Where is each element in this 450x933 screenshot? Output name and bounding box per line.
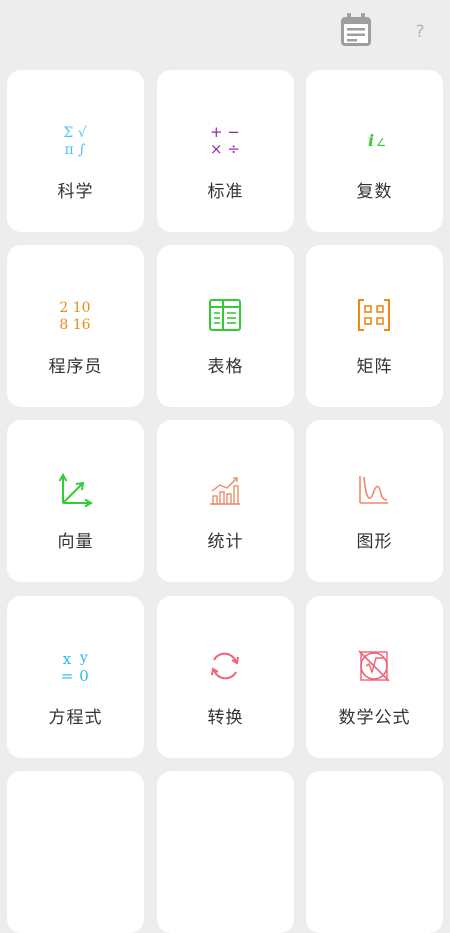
equation-icon: x y = 0 xyxy=(55,646,95,686)
card-conversion[interactable]: 转换 xyxy=(157,596,294,758)
card-scientific[interactable]: Σ √ π ∫ 科学 xyxy=(7,70,144,232)
card-label: 标准 xyxy=(207,182,244,202)
card-label: 表格 xyxy=(207,357,244,377)
card-spreadsheet[interactable]: 表格 xyxy=(157,245,294,407)
card-complex[interactable]: i ∠ 复数 xyxy=(306,70,443,232)
card-vector[interactable]: 向量 xyxy=(7,420,144,582)
programmer-icon-row2: 8 16 xyxy=(59,317,90,333)
function-curve-icon xyxy=(354,470,394,510)
math-formula-icon xyxy=(354,646,394,686)
bar-chart-trend-icon xyxy=(205,470,245,510)
card-label: 科学 xyxy=(57,182,94,202)
number-bases-icon: 2 10 8 16 xyxy=(55,295,95,335)
matrix-brackets-icon xyxy=(354,295,394,335)
card-partial-1[interactable] xyxy=(7,771,144,933)
calculator-grid: Σ √ π ∫ 科学 + − × ÷ 标准 i ∠ 复数 2 10 8 16 程… xyxy=(0,0,450,933)
card-label: 复数 xyxy=(356,182,393,202)
complex-icon-i: i xyxy=(368,131,374,150)
programmer-icon-row1: 2 10 xyxy=(59,300,90,316)
card-label: 图形 xyxy=(356,532,393,552)
card-label: 矩阵 xyxy=(356,357,393,377)
complex-number-icon: i ∠ xyxy=(354,120,394,160)
card-label: 数学公式 xyxy=(338,708,411,728)
card-standard[interactable]: + − × ÷ 标准 xyxy=(157,70,294,232)
card-graph[interactable]: 图形 xyxy=(306,420,443,582)
card-formula[interactable]: 数学公式 xyxy=(306,596,443,758)
vector-axes-icon xyxy=(55,470,95,510)
sigma-sqrt-pi-integral-icon: Σ √ π ∫ xyxy=(55,120,95,160)
card-label: 向量 xyxy=(57,532,94,552)
standard-icon-row1: + − xyxy=(210,123,240,141)
card-equation[interactable]: x y = 0 方程式 xyxy=(7,596,144,758)
equation-icon-zero: 0 xyxy=(79,667,89,685)
equation-icon-x: x xyxy=(63,650,72,668)
arithmetic-operators-icon: + − × ÷ xyxy=(205,120,245,160)
spreadsheet-icon xyxy=(205,295,245,335)
card-label: 方程式 xyxy=(48,708,103,728)
card-matrix[interactable]: 矩阵 xyxy=(306,245,443,407)
refresh-arrows-icon xyxy=(205,646,245,686)
card-partial-3[interactable] xyxy=(306,771,443,933)
card-label: 程序员 xyxy=(48,357,103,377)
equation-icon-y: y xyxy=(79,650,88,666)
card-label: 统计 xyxy=(207,532,244,552)
card-partial-2[interactable] xyxy=(157,771,294,933)
card-programmer[interactable]: 2 10 8 16 程序员 xyxy=(7,245,144,407)
standard-icon-row2: × ÷ xyxy=(210,140,240,158)
complex-icon-angle: ∠ xyxy=(376,136,386,149)
scientific-icon-row1: Σ √ xyxy=(63,125,86,141)
card-label: 转换 xyxy=(207,708,244,728)
card-statistics[interactable]: 统计 xyxy=(157,420,294,582)
scientific-icon-row2: π ∫ xyxy=(65,142,86,158)
equation-icon-equals: = xyxy=(61,667,74,685)
